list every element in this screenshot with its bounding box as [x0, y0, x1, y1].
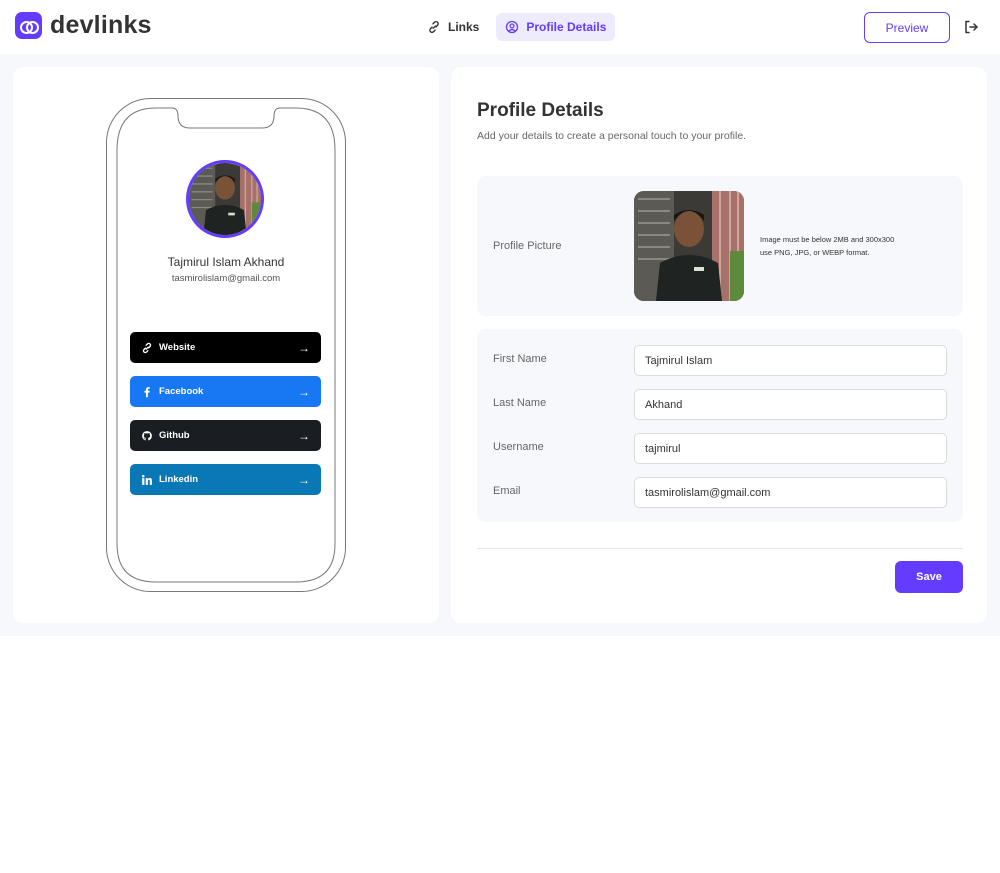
linkedin-icon — [141, 474, 153, 486]
page-title: Profile Details — [477, 100, 604, 121]
arrow-right-icon: → — [298, 428, 310, 443]
arrow-right-icon: → — [298, 384, 310, 399]
facebook-icon — [141, 386, 153, 398]
link-facebook[interactable]: Facebook → — [130, 376, 321, 407]
preview-email: tasmirolislam@gmail.com — [171, 273, 281, 284]
email-row: Email — [477, 477, 963, 509]
link-website[interactable]: Website → — [130, 332, 321, 363]
last-name-field[interactable] — [634, 389, 947, 420]
app-header: devlinks Links Profile Details Preview — [0, 0, 1000, 54]
tab-profile-details[interactable]: Profile Details — [496, 13, 616, 41]
app-name: devlinks — [50, 11, 152, 39]
profile-photo — [634, 191, 744, 301]
first-name-row: First Name — [477, 345, 963, 377]
link-linkedin-label: Linkedin — [159, 474, 199, 485]
link-icon — [429, 21, 439, 33]
link-icon — [141, 342, 153, 354]
last-name-row: Last Name — [477, 389, 963, 421]
profile-picture-section: Profile Picture Image must be below 2MB … — [477, 176, 963, 316]
phone-preview-card: Tajmirul Islam Akhand tasmirolislam@gmai… — [13, 67, 439, 623]
divider — [477, 548, 963, 549]
app-logo[interactable]: devlinks — [15, 11, 152, 40]
profile-avatar — [186, 160, 264, 238]
arrow-right-icon: → — [298, 472, 310, 487]
profile-form: First Name Last Name Username Email — [477, 329, 963, 522]
main-nav: Links Profile Details — [418, 13, 616, 41]
link-facebook-label: Facebook — [159, 386, 204, 397]
link-website-label: Website — [159, 342, 196, 353]
preview-button[interactable]: Preview — [864, 12, 950, 43]
hint-line-1: Image must be below 2MB and 300x300 — [760, 235, 895, 244]
arrow-right-icon: → — [298, 340, 310, 355]
tab-links-label: Links — [448, 20, 480, 34]
username-row: Username — [477, 433, 963, 465]
page-subtitle: Add your details to create a personal to… — [477, 130, 747, 142]
save-button[interactable]: Save — [895, 561, 963, 593]
username-label: Username — [493, 441, 544, 453]
link-github[interactable]: Github → — [130, 420, 321, 451]
email-label: Email — [493, 485, 521, 497]
hint-line-2: use PNG, JPG, or WEBP format. — [760, 248, 870, 257]
link-linkedin[interactable]: Linkedin → — [130, 464, 321, 495]
profile-details-card: Profile Details Add your details to crea… — [451, 67, 987, 623]
github-icon — [141, 430, 153, 442]
logout-icon[interactable] — [963, 19, 979, 35]
user-circle-icon — [506, 20, 519, 34]
profile-photo — [189, 163, 261, 235]
tab-profile-details-label: Profile Details — [526, 20, 607, 34]
last-name-label: Last Name — [493, 397, 547, 409]
logo-icon — [15, 12, 42, 39]
profile-picture-upload[interactable] — [634, 191, 744, 301]
first-name-field[interactable] — [634, 345, 947, 376]
link-github-label: Github — [159, 430, 190, 441]
email-field[interactable] — [634, 477, 947, 508]
first-name-label: First Name — [493, 353, 547, 365]
tab-links[interactable]: Links — [418, 13, 488, 41]
username-field[interactable] — [634, 433, 947, 464]
profile-picture-label: Profile Picture — [493, 240, 562, 252]
preview-full-name: Tajmirul Islam Akhand — [167, 255, 285, 269]
profile-picture-hint: Image must be below 2MB and 300x300 use … — [760, 233, 894, 259]
